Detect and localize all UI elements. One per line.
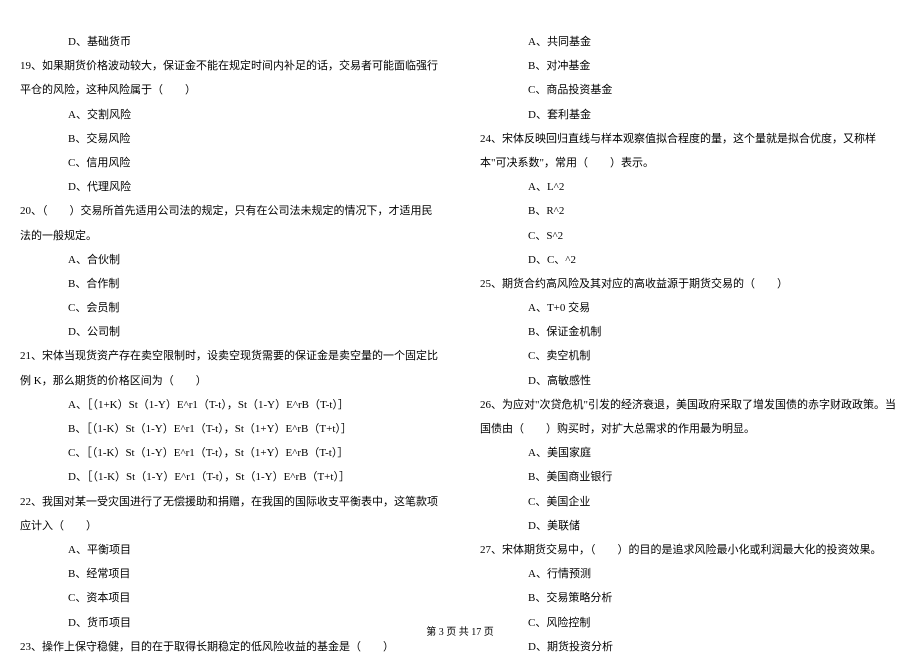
q25-text: 25、期货合约高风险及其对应的高收益源于期货交易的（ ）: [480, 272, 900, 296]
q27-option-d: D、期货投资分析: [480, 635, 900, 659]
q24-option-c: C、S^2: [480, 224, 900, 248]
content-columns: D、基础货币 19、如果期货价格波动较大，保证金不能在规定时间内补足的话，交易者…: [20, 30, 900, 610]
q19-option-a: A、交割风险: [20, 103, 440, 127]
q19-option-c: C、信用风险: [20, 151, 440, 175]
q21-text: 21、宋体当现货资产存在卖空限制时，设卖空现货需要的保证金是卖空量的一个固定比例…: [20, 344, 440, 392]
q20-option-c: C、会员制: [20, 296, 440, 320]
q21-option-a: A、［（1+K）St（1-Y）E^r1（T-t），St（1-Y）E^rB（T-t…: [20, 393, 440, 417]
q24-option-b: B、R^2: [480, 199, 900, 223]
q25-option-b: B、保证金机制: [480, 320, 900, 344]
q22-option-c: C、资本项目: [20, 586, 440, 610]
q27-text: 27、宋体期货交易中，（ ）的目的是追求风险最小化或利润最大化的投资效果。: [480, 538, 900, 562]
q20-text: 20、（ ）交易所首先适用公司法的规定，只有在公司法未规定的情况下，才适用民法的…: [20, 199, 440, 247]
q23-option-c: C、商品投资基金: [480, 78, 900, 102]
q21-option-c: C、［（1-K）St（1-Y）E^r1（T-t），St（1+Y）E^rB（T-t…: [20, 441, 440, 465]
q26-option-c: C、美国企业: [480, 490, 900, 514]
q20-option-b: B、合作制: [20, 272, 440, 296]
q19-option-b: B、交易风险: [20, 127, 440, 151]
q27-option-b: B、交易策略分析: [480, 586, 900, 610]
q26-option-a: A、美国家庭: [480, 441, 900, 465]
q25-option-c: C、卖空机制: [480, 344, 900, 368]
q22-option-b: B、经常项目: [20, 562, 440, 586]
q20-option-a: A、合伙制: [20, 248, 440, 272]
q18-option-d: D、基础货币: [20, 30, 440, 54]
q21-option-d: D、［（1-K）St（1-Y）E^r1（T-t），St（1-Y）E^rB（T+t…: [20, 465, 440, 489]
q23-text: 23、操作上保守稳健，目的在于取得长期稳定的低风险收益的基金是（ ）: [20, 635, 440, 659]
q23-option-b: B、对冲基金: [480, 54, 900, 78]
page-footer: 第 3 页 共 17 页: [0, 623, 920, 638]
q22-text: 22、我国对某一受灾国进行了无偿援助和捐赠，在我国的国际收支平衡表中，这笔款项应…: [20, 490, 440, 538]
q22-option-a: A、平衡项目: [20, 538, 440, 562]
q19-text: 19、如果期货价格波动较大，保证金不能在规定时间内补足的话，交易者可能面临强行平…: [20, 54, 440, 102]
q25-option-a: A、T+0 交易: [480, 296, 900, 320]
right-column: A、共同基金 B、对冲基金 C、商品投资基金 D、套利基金 24、宋体反映回归直…: [480, 30, 900, 610]
q24-text: 24、宋体反映回归直线与样本观察值拟合程度的量，这个量就是拟合优度，又称样本"可…: [480, 127, 900, 175]
q19-option-d: D、代理风险: [20, 175, 440, 199]
q20-option-d: D、公司制: [20, 320, 440, 344]
q21-option-b: B、［（1-K）St（1-Y）E^r1（T-t），St（1+Y）E^rB（T+t…: [20, 417, 440, 441]
q23-option-d: D、套利基金: [480, 103, 900, 127]
left-column: D、基础货币 19、如果期货价格波动较大，保证金不能在规定时间内补足的话，交易者…: [20, 30, 440, 610]
q26-option-b: B、美国商业银行: [480, 465, 900, 489]
q24-option-d: D、C、^2: [480, 248, 900, 272]
q26-option-d: D、美联储: [480, 514, 900, 538]
q27-option-a: A、行情预测: [480, 562, 900, 586]
q25-option-d: D、高敏感性: [480, 369, 900, 393]
q23-option-a: A、共同基金: [480, 30, 900, 54]
q26-text: 26、为应对"次贷危机"引发的经济衰退，美国政府采取了增发国债的赤字财政政策。当…: [480, 393, 900, 441]
q24-option-a: A、L^2: [480, 175, 900, 199]
